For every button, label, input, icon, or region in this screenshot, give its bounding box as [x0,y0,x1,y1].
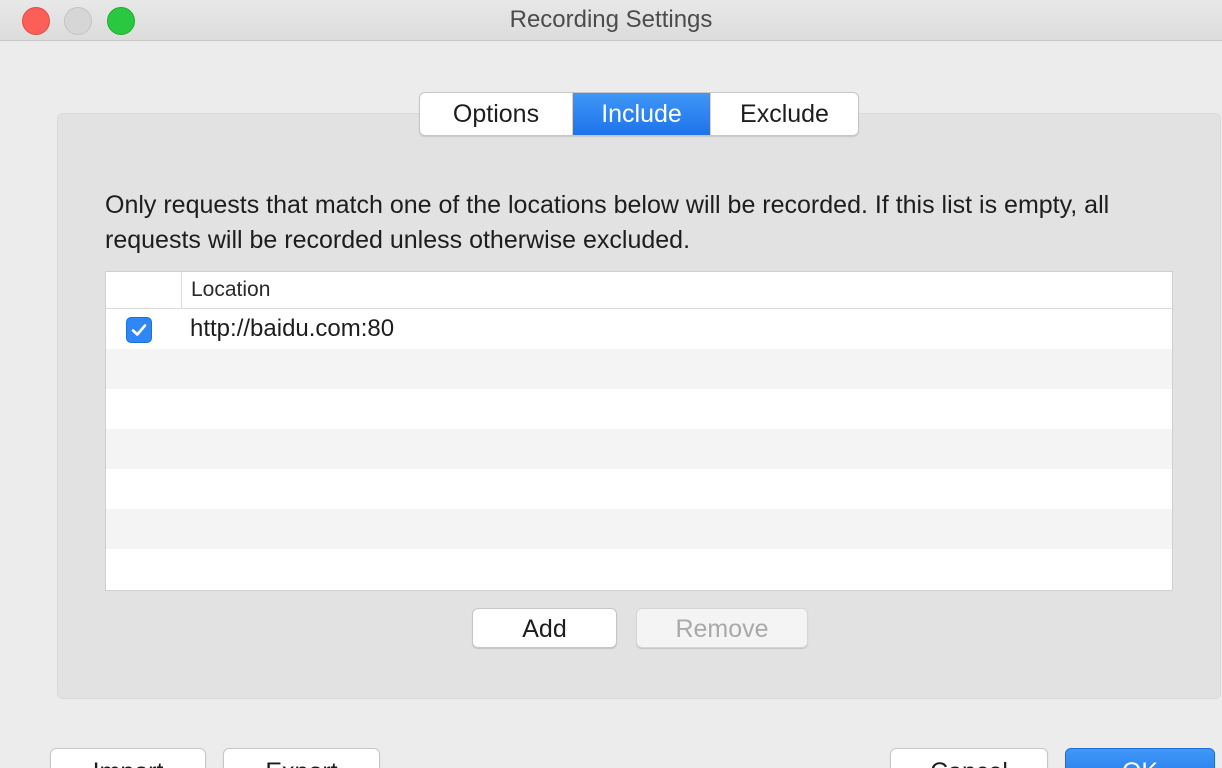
title-bar[interactable]: Recording Settings [0,0,1222,41]
tab-options[interactable]: Options [420,93,573,135]
empty-table-row [106,549,1172,589]
empty-table-row [106,509,1172,549]
include-description: Only requests that match one of the loca… [105,191,1110,254]
remove-button[interactable]: Remove [636,608,808,648]
tab-exclude[interactable]: Exclude [710,93,858,135]
tab-bar: Options Include Exclude [419,92,859,136]
table-row[interactable]: http://baidu.com:80 [106,309,1172,349]
export-button[interactable]: Export [223,748,380,768]
empty-table-row [106,349,1172,389]
window-title: Recording Settings [509,6,713,33]
empty-table-row [106,469,1172,509]
column-header-enabled[interactable] [106,272,182,308]
row-location-text: http://baidu.com:80 [190,315,395,342]
column-header-location[interactable]: Location [191,272,270,308]
table-header: Location [106,272,1172,309]
location-table: Location http://baidu.com:80 [105,271,1173,591]
ok-button[interactable]: OK [1065,748,1215,768]
recording-settings-window: Recording Settings Options Include Exclu… [0,0,1222,768]
add-button[interactable]: Add [472,608,617,648]
row-enabled-checkbox[interactable] [126,317,152,343]
empty-table-row [106,389,1172,429]
cancel-button[interactable]: Cancel [890,748,1048,768]
checkmark-icon [131,324,147,336]
empty-table-row [106,429,1172,469]
tab-include[interactable]: Include [573,93,710,135]
import-button[interactable]: Import [50,748,206,768]
